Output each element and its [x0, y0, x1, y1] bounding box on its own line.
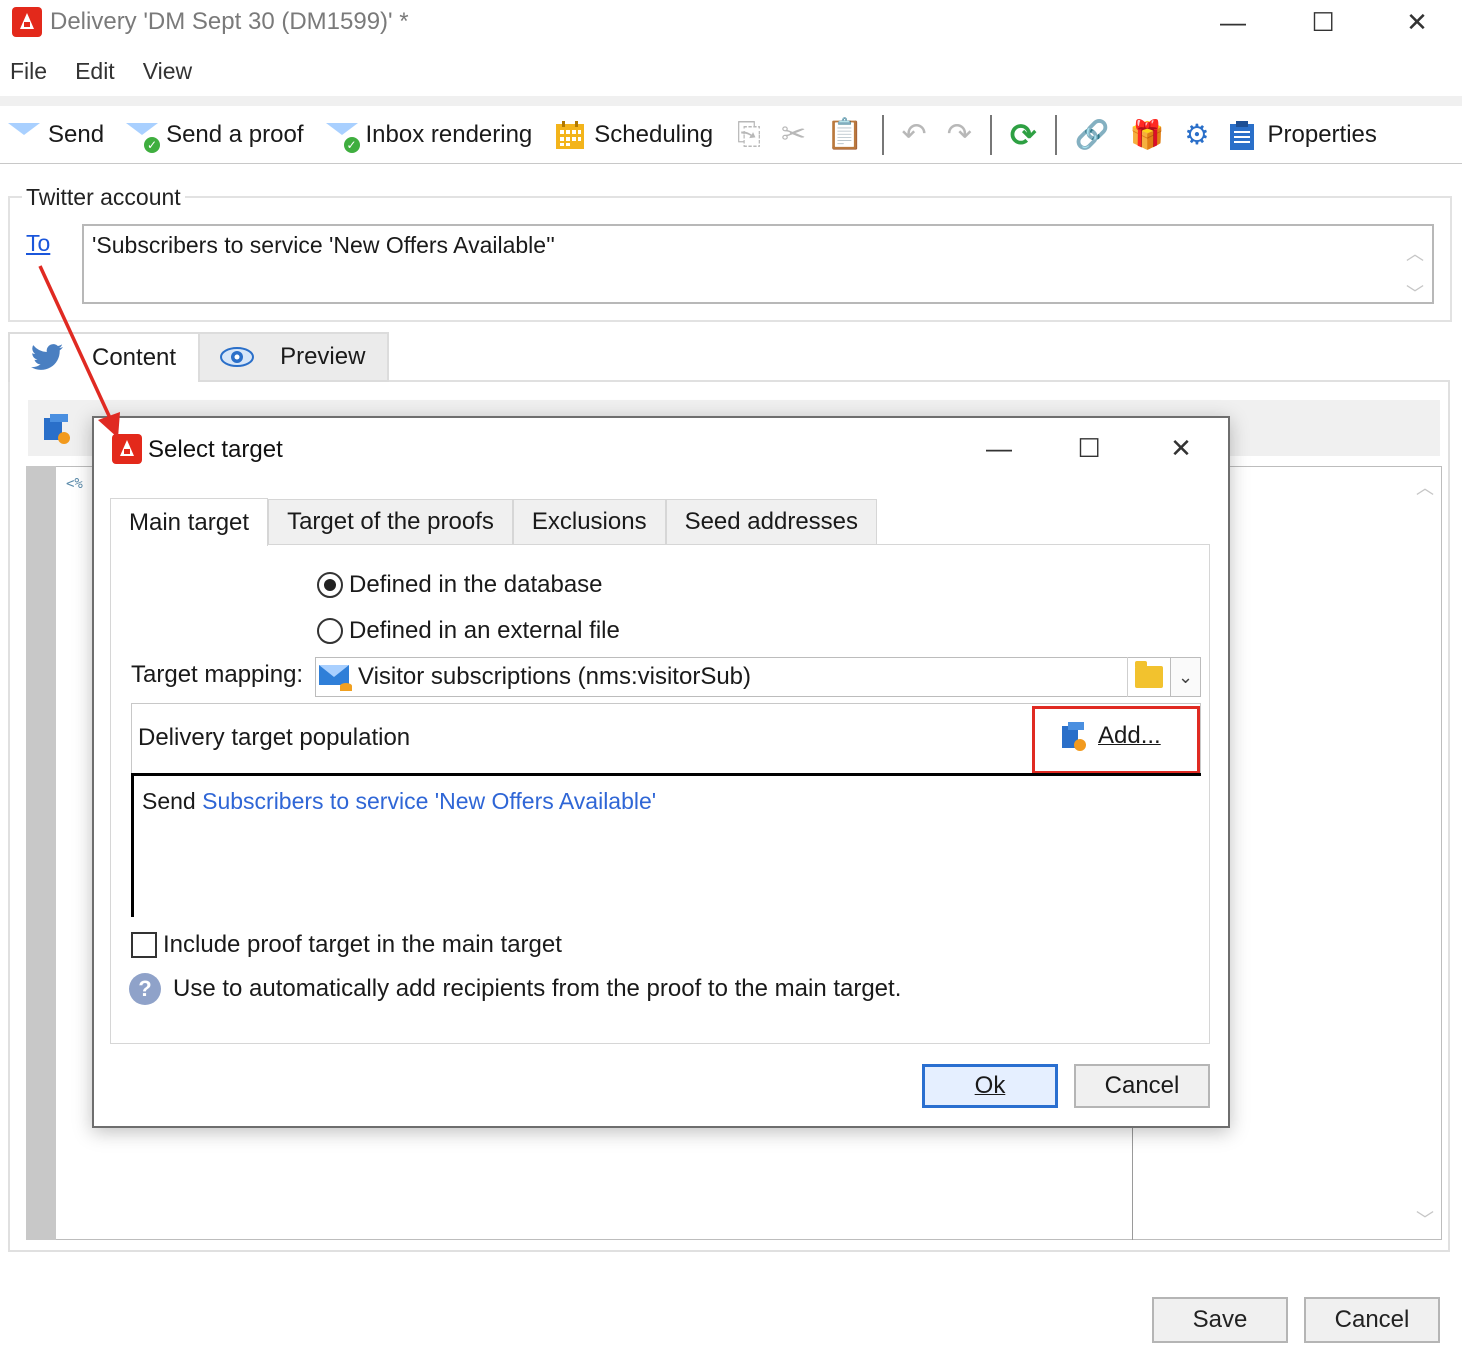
adobe-logo-icon — [12, 7, 42, 37]
help-icon: ? — [129, 973, 161, 1005]
tracking-icon[interactable]: ⚙ — [1184, 118, 1209, 151]
dialog-tabs: Main target Target of the proofs Exclusi… — [110, 498, 878, 546]
toolbar-separator — [1054, 114, 1057, 155]
properties-button[interactable]: Properties — [1228, 107, 1391, 163]
tab-seed-addresses[interactable]: Seed addresses — [665, 499, 878, 545]
inbox-rendering-button[interactable]: ✓ Inbox rendering — [326, 107, 547, 163]
radio-external-option[interactable]: Defined in an external file — [317, 617, 620, 645]
maximize-button[interactable]: ☐ — [1300, 2, 1346, 42]
to-field-scrollbar[interactable]: ︿ ﹀ — [1406, 234, 1424, 314]
envelope-check-icon: ✓ — [126, 119, 161, 153]
dialog-minimize-button[interactable]: — — [976, 428, 1022, 468]
radio-external[interactable] — [317, 618, 343, 644]
toolbar: Send ✓ Send a proof ✓ Inbox rendering Sc… — [0, 96, 1462, 164]
envelope-database-icon — [319, 665, 352, 691]
dialog-titlebar: Select target — ☐ ✕ — [94, 418, 1228, 480]
menu-view[interactable]: View — [143, 58, 192, 85]
folder-icon[interactable] — [1128, 661, 1170, 688]
editor-scrollbar[interactable]: ︿ ﹀ — [1410, 466, 1440, 1240]
scroll-up-icon[interactable]: ︿ — [1416, 474, 1434, 500]
tab-main-target[interactable]: Main target — [110, 498, 269, 546]
radio-database[interactable] — [317, 572, 343, 598]
toolbar-separator — [881, 114, 884, 155]
undo-icon[interactable]: ↶ — [902, 117, 927, 152]
dialog-cancel-button[interactable]: Cancel — [1074, 1064, 1210, 1108]
eye-icon — [220, 347, 255, 367]
scheduling-button[interactable]: Scheduling — [554, 107, 727, 163]
tab-exclusions[interactable]: Exclusions — [512, 499, 666, 545]
clipboard-icon — [1228, 119, 1260, 151]
add-personalization-icon[interactable] — [42, 412, 72, 446]
tab-preview[interactable]: Preview — [198, 332, 390, 382]
to-field[interactable]: 'Subscribers to service 'New Offers Avai… — [82, 224, 1434, 304]
target-mapping-label: Target mapping: — [131, 661, 304, 688]
footer-cancel-button[interactable]: Cancel — [1304, 1297, 1440, 1343]
tab-content[interactable]: Content — [8, 332, 201, 382]
include-proof-checkbox[interactable] — [131, 932, 157, 958]
send-proof-button[interactable]: ✓ Send a proof — [126, 107, 317, 163]
calendar-icon — [554, 119, 586, 151]
send-button[interactable]: Send — [8, 107, 118, 163]
dialog-maximize-button[interactable]: ☐ — [1066, 428, 1112, 468]
envelope-check-icon: ✓ — [326, 119, 360, 153]
tab-preview-label: Preview — [280, 343, 366, 370]
tab-target-of-proofs[interactable]: Target of the proofs — [268, 499, 513, 545]
dialog-close-button[interactable]: ✕ — [1158, 428, 1204, 468]
scroll-down-icon[interactable]: ﹀ — [1416, 1206, 1434, 1232]
include-proof-option[interactable]: Include proof target in the main target — [131, 931, 562, 959]
gift-icon[interactable]: 🎁 — [1130, 118, 1165, 151]
menu-edit[interactable]: Edit — [75, 58, 115, 85]
editor-gutter — [26, 466, 56, 1240]
target-mapping-field[interactable]: Visitor subscriptions (nms:visitorSub) ⌄ — [315, 657, 1201, 697]
adobe-logo-icon — [112, 434, 142, 464]
dialog-tab-panel: Defined in the database Defined in an ex… — [110, 544, 1210, 1044]
add-button[interactable]: Add... — [1060, 720, 1161, 752]
toolbar-separator — [989, 114, 992, 155]
help-text: Use to automatically add recipients from… — [173, 975, 902, 1002]
code-fragment: <% — [66, 476, 83, 492]
ok-button[interactable]: Ok — [922, 1064, 1058, 1108]
radio-database-option[interactable]: Defined in the database — [317, 571, 603, 599]
refresh-icon[interactable]: ⟳ — [1010, 116, 1037, 154]
close-button[interactable]: ✕ — [1394, 2, 1440, 42]
tab-content-label: Content — [92, 344, 177, 371]
editor-divider — [1132, 1120, 1133, 1240]
population-entry[interactable]: Send Subscribers to service 'New Offers … — [142, 788, 656, 815]
save-button[interactable]: Save — [1152, 1297, 1288, 1343]
delivery-target-population-header: Delivery target population Add... — [131, 703, 1201, 775]
link-icon[interactable]: 🔗 — [1075, 118, 1110, 151]
select-target-dialog: Select target — ☐ ✕ Defined in the datab… — [92, 416, 1230, 1128]
paste-icon[interactable]: 📋 — [826, 117, 863, 152]
menu-file[interactable]: File — [10, 58, 47, 85]
help-row: ? Use to automatically add recipients fr… — [129, 973, 901, 1005]
content-tabs: Content Preview — [8, 332, 390, 382]
chevron-down-icon[interactable]: ⌄ — [1170, 658, 1200, 696]
copy-icon[interactable]: ⎘ — [737, 118, 761, 152]
window-title: Delivery 'DM Sept 30 (DM1599)' * — [50, 8, 409, 35]
population-link[interactable]: Subscribers to service 'New Offers Avail… — [202, 788, 656, 814]
envelope-icon — [8, 119, 40, 151]
population-label: Delivery target population — [138, 724, 411, 751]
minimize-button[interactable]: — — [1210, 2, 1256, 42]
redo-icon[interactable]: ↷ — [947, 117, 972, 152]
twitter-account-legend: Twitter account — [22, 184, 185, 211]
cut-icon[interactable]: ✂ — [781, 117, 806, 152]
to-link[interactable]: To — [26, 230, 50, 257]
population-list[interactable]: Send Subscribers to service 'New Offers … — [131, 773, 1201, 917]
to-value: 'Subscribers to service 'New Offers Avai… — [92, 232, 555, 258]
twitter-bird-icon — [31, 344, 63, 370]
target-mapping-value: Visitor subscriptions (nms:visitorSub) — [358, 663, 752, 690]
window-titlebar: Delivery 'DM Sept 30 (DM1599)' * — ☐ ✕ — [0, 0, 1462, 46]
dialog-title: Select target — [148, 436, 283, 463]
add-population-icon — [1062, 722, 1086, 751]
menu-bar: File Edit View — [0, 52, 1462, 90]
